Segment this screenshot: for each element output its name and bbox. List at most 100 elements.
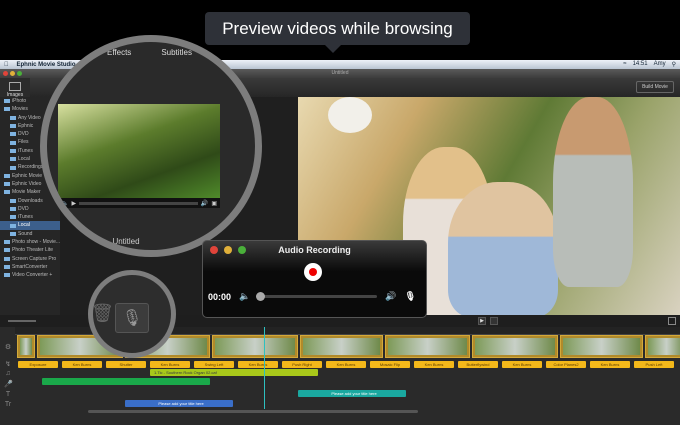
tree-item-label: iTunes: [18, 147, 33, 154]
play-icon[interactable]: ▶: [71, 200, 76, 207]
clip-scrubber[interactable]: [79, 201, 198, 205]
tree-item-label: DVD: [18, 131, 29, 138]
video-clip[interactable]: [472, 335, 558, 358]
tree-item-label: Downloads: [18, 197, 43, 204]
tree-item-label: DVD: [18, 205, 29, 212]
settings-icon[interactable]: ⚙: [4, 343, 12, 351]
stop-button[interactable]: [490, 317, 498, 325]
apple-icon[interactable]: : [4, 62, 9, 68]
feature-callout: Preview videos while browsing: [205, 12, 470, 53]
transition-clip[interactable]: Push Left: [634, 361, 674, 368]
tree-item[interactable]: DVD: [0, 205, 60, 213]
tab-effects[interactable]: Effects: [107, 48, 131, 57]
close-button[interactable]: [3, 71, 8, 76]
zoom-button[interactable]: [17, 71, 22, 76]
folder-icon: [10, 148, 16, 153]
folder-icon: [10, 132, 16, 137]
tree-item[interactable]: Video Converter +: [0, 271, 60, 279]
timeline-scrollbar[interactable]: [88, 410, 418, 413]
tree-item[interactable]: Downloads: [0, 197, 60, 205]
transition-clip[interactable]: Ken Burns: [502, 361, 542, 368]
input-volume-slider[interactable]: [256, 292, 378, 301]
transition-clip[interactable]: Shutter: [106, 361, 146, 368]
transition-clip[interactable]: Ken Burns: [238, 361, 278, 368]
transition-clip[interactable]: Exposure: [18, 361, 58, 368]
clip-thumbnails: [20, 338, 32, 355]
video-clip[interactable]: [645, 335, 680, 358]
clip-thumbnails: [303, 338, 380, 355]
fullscreen-icon[interactable]: [668, 317, 676, 325]
tree-item-label: Movies: [12, 106, 28, 113]
folder-icon: [4, 182, 10, 187]
video-clip[interactable]: [385, 335, 470, 358]
user-menu[interactable]: Amy: [654, 61, 666, 68]
images-icon[interactable]: [9, 82, 21, 91]
transition-clip[interactable]: Ken Burns: [590, 361, 630, 368]
transition-clip[interactable]: Ken Burns: [414, 361, 454, 368]
minimize-button[interactable]: [10, 71, 15, 76]
tree-item-label: Files: [18, 139, 29, 146]
folder-icon: [4, 107, 10, 112]
tree-item-label: SmartConverter: [12, 263, 48, 270]
video-clip[interactable]: [300, 335, 383, 358]
tree-item-label: Recordings: [18, 164, 44, 171]
title-clip[interactable]: Please add your title here: [298, 390, 406, 397]
transition-clip[interactable]: Ken Burns: [150, 361, 190, 368]
folder-icon: [4, 240, 10, 245]
spotlight-icon[interactable]: ⚲: [672, 61, 676, 68]
clock[interactable]: 14:51: [633, 61, 648, 68]
play-button[interactable]: ▶: [478, 317, 486, 325]
volume-icon[interactable]: 🔈: [61, 200, 68, 207]
video-clip[interactable]: [212, 335, 298, 358]
tree-item[interactable]: SmartConverter: [0, 263, 60, 271]
transition-clip[interactable]: Ken Burns: [326, 361, 366, 368]
build-movie-button[interactable]: Build Movie: [636, 81, 674, 93]
text-track-icon: T: [5, 391, 11, 398]
tab-subtitles[interactable]: Subtitles: [161, 48, 192, 57]
clip-thumbnail[interactable]: [58, 104, 220, 198]
transition-clip[interactable]: Color Planes2: [546, 361, 586, 368]
title-track-icon: Tr: [4, 401, 12, 408]
magnifier-browser: Effects Subtitles 🔈 ▶ 🔊 ▣ Untitled: [40, 35, 262, 257]
trash-icon[interactable]: 🗑: [93, 303, 114, 324]
video-clip[interactable]: [17, 335, 35, 358]
folder-icon: [10, 223, 16, 228]
tree-item-label: Ephnic Movie: [12, 172, 43, 179]
transition-clip[interactable]: Mosaic Flip: [370, 361, 410, 368]
folder-icon: [10, 165, 16, 170]
record-button[interactable]: [304, 263, 322, 281]
record-audio-button[interactable]: 🎙: [115, 303, 149, 333]
microphone-icon[interactable]: 🎙: [405, 291, 416, 302]
folder-icon: [4, 256, 10, 261]
tree-item[interactable]: Photo Theater Lite: [0, 246, 60, 254]
wifi-icon[interactable]: ≈: [623, 61, 626, 68]
preview-lantern: [328, 97, 372, 133]
tree-item[interactable]: Screen Capture Pro: [0, 255, 60, 263]
transition-clip[interactable]: Butterflywind: [458, 361, 498, 368]
app-menu[interactable]: Ephnic Movie Studio: [17, 62, 76, 68]
tree-item[interactable]: Local: [0, 221, 60, 230]
elapsed-time: 00:00: [208, 291, 232, 302]
folder-icon: [4, 99, 10, 104]
clip-thumbnails: [648, 338, 680, 355]
slider-knob[interactable]: [256, 292, 266, 301]
transition-clip[interactable]: Push Right: [282, 361, 322, 368]
tree-item-label: Photo Theater Lite: [12, 247, 54, 254]
audio-recording-dialog: Audio Recording 00:00 🔈 🔊 🎙: [202, 240, 427, 318]
playhead[interactable]: [264, 327, 265, 409]
transition-clip[interactable]: Swing Left: [194, 361, 234, 368]
tree-item-label: Any Video: [18, 114, 41, 121]
clip-thumbnails: [388, 338, 467, 355]
music-clip[interactable]: 1.Tic - Southern Rock Organ 02.caf: [150, 369, 318, 376]
video-clip[interactable]: [560, 335, 643, 358]
window-title: Untitled: [331, 70, 349, 76]
tree-item-label: Local: [18, 222, 30, 229]
folder-icon: [10, 198, 16, 203]
volume-up-icon[interactable]: 🔊: [201, 200, 208, 207]
tree-item[interactable]: iTunes: [0, 213, 60, 221]
fullscreen-icon[interactable]: ▣: [211, 200, 217, 207]
zoom-slider[interactable]: [8, 320, 36, 322]
voice-clip[interactable]: [42, 378, 210, 385]
title-clip[interactable]: Please add your title here: [125, 400, 233, 407]
transition-clip[interactable]: Ken Burns: [62, 361, 102, 368]
